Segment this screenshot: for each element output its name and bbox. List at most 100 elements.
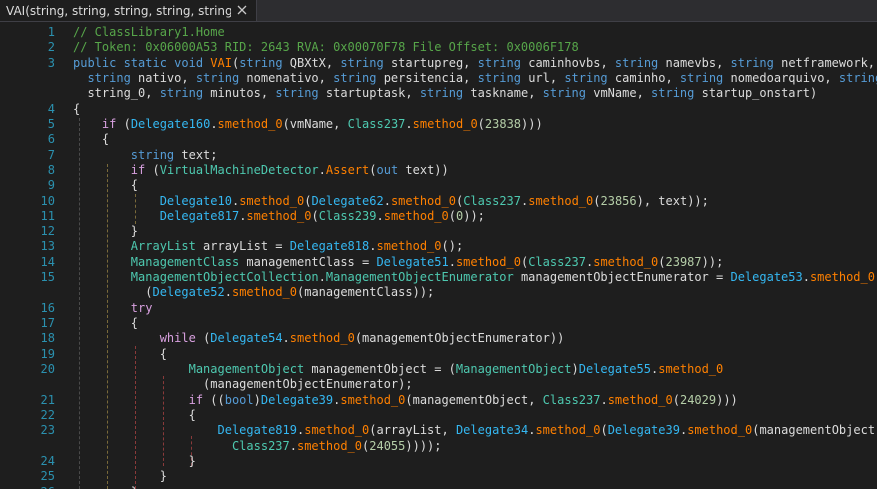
tab-title: VAI(string, string, string, string, stri… [6, 3, 231, 18]
line-number: 3 [47, 56, 55, 70]
code-token: string [542, 86, 594, 100]
line-number: 18 [40, 331, 55, 345]
code-token: url, [528, 71, 565, 85]
code-token: Delegate818 [289, 239, 370, 253]
code-line: 20 ManagementObject managementObject = (… [0, 361, 877, 377]
code-token: ( [593, 194, 601, 208]
code-token: ( [477, 117, 485, 131]
code-token: . [448, 255, 456, 269]
line-number: 14 [40, 255, 55, 269]
code-line: 1 // ClassLibrary1.Home [0, 24, 877, 40]
code-token: ManagementObject [188, 362, 305, 376]
line-number: 6 [47, 132, 55, 146]
code-token: string [130, 148, 182, 162]
code-line: 26 } [0, 484, 877, 489]
code-text: { [73, 407, 196, 423]
code-token: 23838 [484, 117, 522, 131]
code-token: 24055 [369, 439, 406, 453]
code-token: string [340, 56, 391, 70]
code-token: smethod_0 [658, 362, 724, 376]
code-token: Class237 [463, 194, 521, 208]
line-number: 25 [40, 469, 55, 483]
line-number: 26 [0, 484, 55, 489]
code-text: ArrayList arrayList = Delegate818.smetho… [73, 238, 463, 254]
code-token: Delegate54 [210, 331, 283, 345]
line-number: 17 [40, 316, 55, 330]
code-token: string [87, 71, 139, 85]
code-token: taskname, [470, 86, 543, 100]
code-token: string [159, 86, 211, 100]
code-token: Class237 [231, 439, 290, 453]
line-number: 16 [40, 301, 55, 315]
code-token: ( [672, 393, 680, 407]
line-number: 23 [40, 423, 55, 437]
code-line: 15 ManagementObjectCollection.Management… [0, 269, 877, 285]
code-token: { [73, 347, 167, 361]
code-token: Delegate160 [130, 117, 211, 131]
code-text: { [73, 177, 138, 193]
code-text: { [73, 315, 138, 331]
code-token: . [318, 270, 326, 284]
code-text: { [73, 346, 167, 362]
code-token: string [275, 86, 326, 100]
line-number: 21 [40, 393, 55, 407]
code-token: out [376, 163, 406, 177]
code-token: smethod_0 [217, 117, 283, 131]
line-number: 7 [47, 148, 55, 162]
code-token: (managementObjectEnumerator)) [354, 331, 565, 345]
line-number: 5 [47, 117, 55, 131]
code-text: if ((bool)Delegate39.smethod_0(managemen… [73, 392, 738, 408]
close-icon[interactable] [234, 2, 250, 18]
code-token: . [802, 270, 810, 284]
code-text: Delegate819.smethod_0(arrayList, Delegat… [73, 422, 877, 438]
code-token: smethod_0 [231, 285, 297, 299]
code-token: caminho, [614, 71, 680, 85]
code-token: VirtualMachineDetector [159, 163, 319, 177]
code-line: 4{ [0, 101, 877, 117]
code-text: Delegate10.smethod_0(Delegate62.smethod_… [73, 193, 709, 209]
code-token: string [564, 71, 615, 85]
code-token: while [159, 331, 204, 345]
line-number: 13 [40, 239, 55, 253]
code-token: smethod_0 [455, 255, 521, 269]
code-token: 23987 [665, 255, 702, 269]
line-number: 20 [40, 362, 55, 376]
code-token: (managementObjectEnumerator); [73, 377, 413, 391]
code-token: } [73, 454, 196, 468]
code-text: (Delegate52.smethod_0(managementClass)); [73, 284, 434, 300]
code-token: smethod_0 [535, 423, 601, 437]
code-text: { [73, 131, 109, 147]
code-line: 9 { [0, 177, 877, 193]
code-text: ManagementObject managementObject = (Man… [73, 361, 724, 377]
code-token: startup_onstart) [701, 86, 818, 100]
code-token: ) [571, 362, 579, 376]
code-line: string_0, string minutos, string startup… [0, 85, 877, 101]
code-text: // ClassLibrary1.Home [73, 24, 225, 40]
tab-bar: VAI(string, string, string, string, stri… [0, 0, 877, 22]
code-token: 24029 [679, 393, 717, 407]
code-token: } [73, 469, 167, 483]
code-token: . [210, 117, 218, 131]
code-token: string_0, [73, 86, 160, 100]
code-text: Class237.smethod_0(24055)))); [73, 438, 442, 454]
code-line: (Delegate52.smethod_0(managementClass)); [0, 284, 877, 300]
code-token: namevbs, [665, 56, 731, 70]
tab-vai-method[interactable]: VAI(string, string, string, string, stri… [0, 0, 257, 21]
code-text: ManagementObjectCollection.ManagementObj… [73, 269, 875, 285]
code-token: // ClassLibrary1.Home [73, 25, 225, 39]
code-token: )); [463, 209, 485, 223]
code-token: Delegate52 [152, 285, 225, 299]
code-token: Delegate53 [730, 270, 803, 284]
code-token: managementObject = ( [304, 362, 456, 376]
code-text: ManagementClass managementClass = Delega… [73, 254, 724, 270]
line-number: 8 [47, 163, 55, 177]
code-token: Delegate819 [217, 423, 297, 437]
code-token: smethod_0 [239, 194, 305, 208]
code-editor[interactable]: 1 // ClassLibrary1.Home 2 // Token: 0x06000… [0, 22, 877, 489]
code-token: Delegate34 [455, 423, 529, 437]
code-token: smethod_0 [593, 255, 659, 269]
